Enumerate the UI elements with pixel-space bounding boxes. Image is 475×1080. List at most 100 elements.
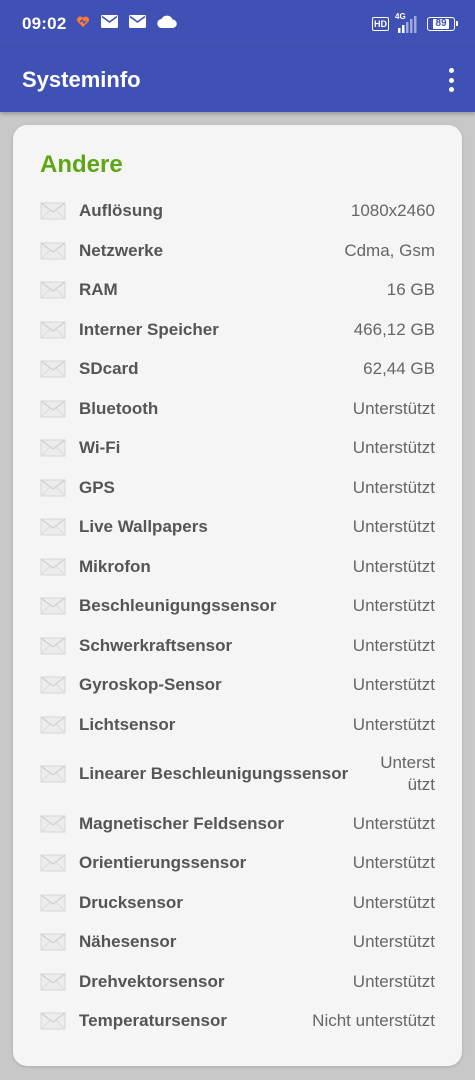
battery-level: 89 [433, 18, 449, 29]
envelope-icon [40, 854, 66, 872]
envelope-icon [40, 479, 66, 496]
envelope-icon [40, 716, 66, 733]
row-value: Unterstützt [352, 398, 435, 418]
row-label: RAM [79, 280, 118, 299]
row-label: Drehvektorsensor [79, 971, 225, 991]
envelope-icon [40, 1012, 66, 1030]
list-item: Drehvektorsensor Unterstützt [13, 969, 462, 995]
list-item: Drucksensor Unterstützt [13, 890, 462, 916]
envelope-icon [40, 400, 66, 417]
list-item: Temperatursensor Nicht unterstützt [13, 1008, 462, 1034]
row-label: Orientierungssensor [79, 853, 247, 872]
status-time: 09:02 [22, 14, 67, 33]
envelope-icon [40, 765, 66, 783]
mail-icon [101, 15, 119, 33]
row-value: Nicht unterstützt [312, 1011, 435, 1030]
row-value: Unterstützt [352, 517, 435, 536]
envelope-icon [40, 558, 66, 575]
app-bar: Systeminfo [0, 48, 475, 112]
row-value: 1080x2460 [350, 201, 435, 220]
row-label: Lichtsensor [79, 714, 176, 734]
list-item: Orientierungssensor Unterstützt [13, 850, 462, 876]
envelope-icon [40, 242, 66, 259]
row-value: Unterstützt [352, 477, 435, 497]
hd-badge: HD [372, 17, 389, 31]
row-label: Netzwerke [79, 240, 164, 260]
envelope-icon [40, 894, 66, 911]
row-label: Live Wallpapers [79, 517, 208, 536]
row-label: SDcard [79, 359, 139, 378]
heart-app-icon [76, 15, 90, 34]
row-label: Beschleunigungssensor [79, 596, 277, 615]
list-item: Netzwerke Cdma, Gsm [13, 238, 462, 264]
mail-icon [129, 15, 147, 33]
row-value: Unterstützt [352, 635, 435, 655]
envelope-icon [40, 597, 66, 615]
list-item: Nähesensor Unterstützt [13, 929, 462, 955]
row-value: Unterstützt [352, 714, 435, 734]
list-item: GPS Unterstützt [13, 475, 462, 501]
envelope-icon [40, 360, 66, 378]
row-label: Bluetooth [79, 398, 159, 418]
list-item: Gyroskop-Sensor Unterstützt [13, 672, 462, 698]
envelope-icon [40, 321, 66, 338]
row-label: Temperatursensor [79, 1011, 228, 1030]
row-label: GPS [79, 477, 115, 497]
row-label: Linearer Beschleunigungssensor [79, 764, 349, 783]
row-label: Mikrofon [79, 556, 151, 576]
section-title: Andere [40, 151, 123, 178]
list-item: SDcard 62,44 GB [13, 356, 462, 382]
envelope-icon [40, 933, 66, 951]
envelope-icon [40, 202, 66, 220]
envelope-icon [40, 637, 66, 654]
list-item: Linearer Beschleunigungssensor Unterstütz… [13, 750, 462, 798]
row-value: Unterstützt [352, 971, 435, 991]
cloud-icon [157, 15, 178, 33]
list-item: RAM 16 GB [13, 277, 462, 303]
row-value: Unterstützt [352, 675, 435, 694]
row-value: Unterstützt [352, 556, 435, 576]
row-value: 466,12 GB [353, 319, 435, 339]
envelope-icon [40, 281, 66, 299]
envelope-icon [40, 815, 66, 832]
row-value: 62,44 GB [363, 359, 435, 378]
notification-icons [76, 15, 178, 34]
row-value: 16 GB [386, 280, 435, 299]
row-value: Unterstützt [352, 438, 435, 457]
envelope-icon [40, 518, 66, 536]
list-item: Lichtsensor Unterstützt [13, 712, 462, 738]
signal-icon: 4G [395, 12, 421, 33]
list-item: Schwerkraftsensor Unterstützt [13, 633, 462, 659]
more-vert-icon[interactable] [441, 68, 461, 92]
row-label: Auflösung [79, 201, 164, 220]
row-label: Interner Speicher [79, 319, 219, 339]
list-item: Wi-Fi Unterstützt [13, 435, 462, 461]
row-label: Magnetischer Feldsensor [79, 813, 285, 833]
envelope-icon [40, 439, 66, 457]
app-title: Systeminfo [22, 67, 141, 92]
list-item: Bluetooth Unterstützt [13, 396, 462, 422]
row-label: Nähesensor [79, 932, 177, 951]
status-bar: 09:02 HD 4G 89 [0, 0, 475, 48]
info-card: Andere Auflösung 1080x2460 Netzwerke Cdma, … [13, 125, 462, 1066]
row-value: Unterstützt [352, 892, 435, 912]
row-value: Cdma, Gsm [344, 240, 435, 260]
envelope-icon [40, 973, 66, 990]
list-item: Auflösung 1080x2460 [13, 198, 462, 224]
row-label: Schwerkraftsensor [79, 635, 233, 655]
row-label: Gyroskop-Sensor [79, 675, 222, 694]
list-item: Magnetischer Feldsensor Unterstützt [13, 811, 462, 837]
row-value: Unterstützt [352, 932, 435, 951]
list-item: Interner Speicher 466,12 GB [13, 317, 462, 343]
row-label: Wi-Fi [79, 438, 121, 457]
row-value: Unterstützt [352, 813, 435, 833]
list-item: Live Wallpapers Unterstützt [13, 514, 462, 540]
list-item: Beschleunigungssensor Unterstützt [13, 593, 462, 619]
row-label: Drucksensor [79, 892, 183, 912]
row-value: Unterstützt [380, 753, 435, 794]
row-value: Unterstützt [352, 853, 435, 872]
list-item: Mikrofon Unterstützt [13, 554, 462, 580]
battery-icon: 89 [427, 17, 458, 31]
envelope-icon [40, 676, 66, 694]
row-value: Unterstützt [352, 596, 435, 615]
